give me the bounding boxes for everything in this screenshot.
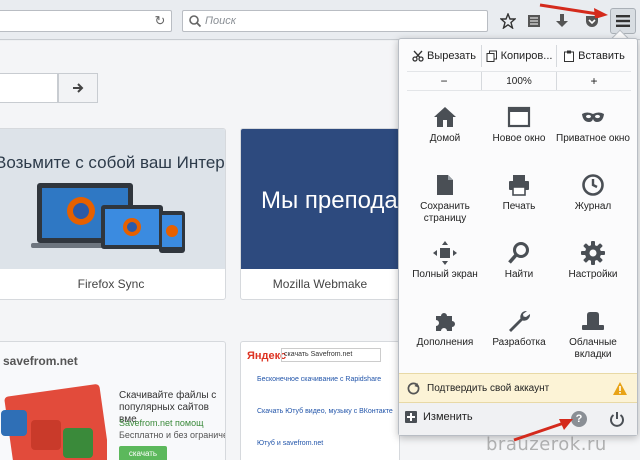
scissors-icon	[412, 50, 424, 62]
tile-caption: Mozilla Webmake	[272, 277, 368, 291]
power-icon[interactable]	[609, 411, 625, 427]
annotation-arrow-icon	[539, 3, 608, 18]
menu-icon	[616, 15, 630, 27]
tile-headline: Возьмите с собой ваш Интернет	[0, 153, 225, 172]
star-icon	[500, 13, 516, 29]
menu-item-new-window[interactable]: Новое окно	[479, 99, 559, 169]
bookmark-star-button[interactable]	[496, 9, 520, 33]
menu-item-home[interactable]: Домой	[405, 99, 485, 169]
reload-icon[interactable]: ↻	[153, 14, 167, 28]
menu-item-history[interactable]: Журнал	[553, 167, 633, 237]
edit-controls: Вырезать Копиров... Вставить	[407, 45, 631, 67]
search-icon	[189, 15, 202, 28]
developer-icon	[509, 310, 531, 332]
browser-toolbar: ↻ Поиск	[0, 0, 640, 40]
arrow-right-icon	[73, 83, 84, 93]
menu-item-find[interactable]: Найти	[479, 235, 559, 305]
sync-icon	[407, 382, 420, 395]
menu-item-label: Полный экран	[412, 269, 478, 280]
save-page-icon	[437, 175, 453, 195]
find-icon	[508, 242, 529, 264]
menu-item-cloud-tabs[interactable]: Облачные вкладки	[553, 303, 633, 373]
yandex-query: скачать Savefrom.net	[281, 348, 381, 362]
tile-headline: Мы преподаё	[261, 187, 400, 214]
copy-button[interactable]: Копиров...	[481, 45, 556, 67]
savefrom-illustration-icon	[1, 384, 107, 460]
warning-icon	[613, 382, 627, 395]
menu-item-label: Облачные вкладки	[569, 337, 617, 360]
zoom-controls: − 100% +	[407, 71, 631, 91]
savefrom-free-text: Бесплатно и без ограничений!	[119, 430, 225, 440]
copy-icon	[486, 50, 497, 62]
fullscreen-icon	[433, 241, 457, 265]
paste-label: Вставить	[578, 50, 625, 62]
zoom-in-button[interactable]: +	[556, 72, 631, 90]
paste-icon	[564, 50, 575, 62]
menu-item-label: Приватное окно	[556, 133, 630, 144]
plus-box-icon	[405, 411, 417, 423]
customize-button[interactable]: Изменить	[405, 411, 473, 423]
tile-thumbnail: Возьмите с собой ваш Интернет	[0, 129, 225, 269]
history-icon	[582, 174, 604, 196]
tile-firefox-sync[interactable]: Возьмите с собой ваш Интернет Firefox Sy…	[0, 128, 226, 300]
sync-account-bar[interactable]: Подтвердить свой аккаунт	[399, 373, 637, 403]
tile-savefrom[interactable]: savefrom.net Скачивайте файлы с популярн…	[0, 341, 226, 460]
menu-item-save-page[interactable]: Сохранить страницу	[405, 167, 485, 237]
menu-item-addons[interactable]: Дополнения	[405, 303, 485, 373]
search-placeholder: Поиск	[205, 15, 236, 27]
yandex-result: Бесконечное скачивание с Rapidshare	[257, 376, 382, 383]
hamburger-menu-panel: Вырезать Копиров... Вставить − 100% + До…	[398, 38, 638, 436]
menu-item-developer[interactable]: Разработка	[479, 303, 559, 373]
url-bar[interactable]: ↻	[0, 10, 172, 32]
menu-item-private-window[interactable]: Приватное окно	[553, 99, 633, 169]
menu-item-label: Домой	[429, 133, 461, 144]
cut-label: Вырезать	[427, 50, 476, 62]
sync-account-label: Подтвердить свой аккаунт	[427, 383, 550, 394]
menu-item-settings[interactable]: Настройки	[553, 235, 633, 305]
menu-item-print[interactable]: Печать	[479, 167, 559, 237]
menu-item-label: Разработка	[492, 337, 546, 348]
private-window-icon	[582, 112, 604, 122]
savefrom-download-button: скачать	[119, 446, 167, 460]
open-menu-button[interactable]	[610, 8, 636, 34]
zoom-out-button[interactable]: −	[407, 72, 481, 90]
zoom-reset-button[interactable]: 100%	[481, 72, 556, 90]
new-window-icon	[507, 106, 531, 128]
menu-item-label: Журнал	[574, 201, 612, 212]
page-search-input[interactable]	[0, 73, 58, 103]
settings-icon	[581, 241, 605, 265]
menu-item-label: Найти	[504, 269, 534, 280]
menu-item-fullscreen[interactable]: Полный экран	[405, 235, 485, 305]
menu-item-label: Сохранить страницу	[420, 201, 470, 224]
savefrom-logo: savefrom.net	[3, 354, 78, 368]
home-icon	[434, 107, 456, 127]
watermark: brauzerok.ru	[486, 434, 607, 455]
yandex-result: Скачать Ютуб видео, музыку с ВКонтакте	[257, 408, 393, 415]
tile-caption: Firefox Sync	[77, 277, 145, 291]
addons-icon	[436, 313, 455, 331]
menu-item-label: Новое окно	[492, 133, 546, 144]
customize-label: Изменить	[423, 411, 473, 423]
menu-item-label: Дополнения	[416, 337, 474, 348]
tile-mozilla-webmaker[interactable]: Мы преподаё Mozilla Webmake	[240, 128, 400, 300]
copy-label: Копиров...	[500, 50, 553, 62]
search-bar[interactable]: Поиск	[182, 10, 488, 32]
cut-button[interactable]: Вырезать	[407, 45, 481, 67]
yandex-result: Ютуб и savefrom.net	[257, 440, 324, 447]
menu-item-label: Настройки	[568, 269, 618, 280]
tile-thumbnail: Мы преподаё	[241, 129, 399, 269]
devices-illustration-icon	[31, 183, 185, 253]
print-icon	[509, 175, 529, 196]
tile-yandex[interactable]: Яндекс скачать Savefrom.net Бесконечное …	[240, 341, 400, 460]
cloud-tabs-icon	[582, 312, 604, 330]
menu-item-label: Печать	[502, 201, 536, 212]
page-search-go-button[interactable]	[58, 73, 98, 103]
paste-button[interactable]: Вставить	[556, 45, 631, 67]
savefrom-link: Savefrom.net помощ	[119, 418, 204, 428]
